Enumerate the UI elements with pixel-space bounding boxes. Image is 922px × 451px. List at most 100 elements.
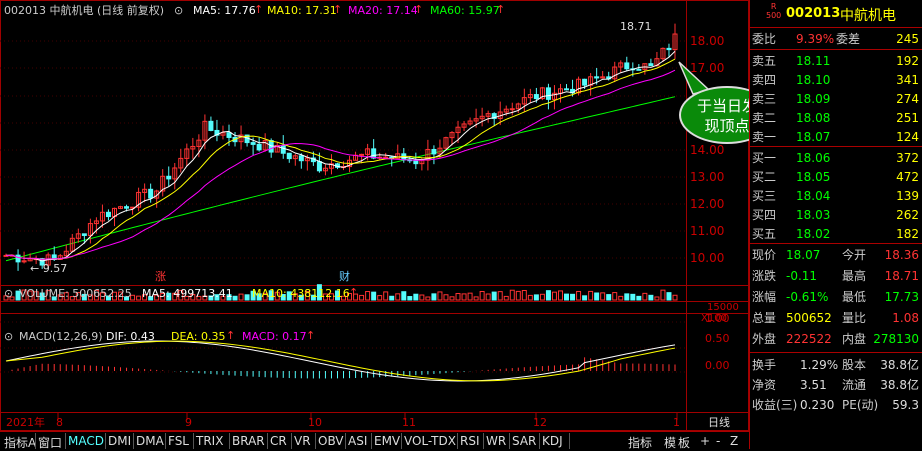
candle-body bbox=[545, 87, 551, 100]
macd-axis-0: 0.00 bbox=[705, 359, 730, 372]
candle-body bbox=[250, 142, 256, 145]
tab-brar[interactable]: BRAR bbox=[232, 434, 265, 448]
tab-dma[interactable]: DMA bbox=[136, 434, 164, 448]
ma60-up-arrow-icon: ↑ bbox=[496, 3, 506, 16]
tab-trix[interactable]: TRIX bbox=[196, 434, 223, 448]
candle-body bbox=[256, 143, 262, 151]
ma5-label: MA5: 17.76 bbox=[193, 4, 256, 17]
stat-value: 222522 bbox=[786, 332, 832, 346]
candle-body bbox=[648, 63, 654, 67]
candle-body bbox=[105, 211, 111, 218]
quote-code: 002013 bbox=[786, 6, 841, 21]
stock-chart-window: 002013 中航机电 (日线 前复权) ⊙ MA5: 17.76 ↑ MA10… bbox=[0, 0, 922, 450]
candle-body bbox=[81, 233, 87, 236]
ma20-up-arrow-icon: ↑ bbox=[414, 3, 424, 16]
candle-body bbox=[316, 161, 322, 172]
macd-settings-icon[interactable]: ⊙ bbox=[4, 330, 13, 344]
indicator-tab-bar: 指标A 窗口 MACD DMI DMA FSL TRIX BRAR CR VR OBV ASI EMV V… bbox=[0, 431, 749, 450]
volume-bar bbox=[521, 289, 527, 301]
volume-bar bbox=[545, 290, 551, 301]
volume-bar bbox=[606, 294, 612, 301]
period-selector[interactable]: 日线 bbox=[708, 416, 730, 430]
volume-bar bbox=[642, 292, 648, 301]
tab-macd[interactable]: MACD bbox=[68, 434, 104, 448]
ask-label: 卖二 bbox=[752, 111, 777, 125]
volume-bar bbox=[503, 295, 509, 301]
fin-row: 净资 3.51 流通 38.8亿 bbox=[750, 375, 922, 395]
tab-wr[interactable]: WR bbox=[486, 434, 506, 448]
fin-label: 收益(三) bbox=[752, 398, 798, 412]
tab-divider bbox=[457, 433, 458, 449]
tab-right-4[interactable]: - bbox=[716, 434, 720, 448]
tab-divider bbox=[345, 433, 346, 449]
tab-divider bbox=[229, 433, 230, 449]
tab-fsl[interactable]: FSL bbox=[168, 434, 189, 448]
ask-price: 18.11 bbox=[796, 54, 831, 68]
stat-label: 涨幅 bbox=[752, 290, 777, 304]
volume-bar bbox=[455, 293, 461, 301]
tab-right-5[interactable]: Z bbox=[730, 434, 738, 448]
macd-dif: DIF: 0.43 bbox=[106, 330, 155, 343]
candle-body bbox=[533, 94, 539, 100]
stat-row: 外盘 222522 内盘 278130 bbox=[750, 329, 922, 349]
weicha-label: 委差 bbox=[836, 32, 861, 46]
chart-title: 002013 中航机电 (日线 前复权) bbox=[4, 4, 165, 17]
tab-sar[interactable]: SAR bbox=[512, 434, 536, 448]
price-axis-label: 18.00 bbox=[690, 34, 725, 48]
tab-asi[interactable]: ASI bbox=[348, 434, 367, 448]
tab-vr[interactable]: VR bbox=[294, 434, 311, 448]
kline-chart[interactable] bbox=[0, 0, 749, 431]
tab-right-0[interactable]: 指标 bbox=[628, 434, 652, 451]
tab-窗口[interactable]: 窗口 bbox=[38, 434, 62, 451]
price-axis-label: 12.00 bbox=[690, 197, 725, 211]
volume-bar bbox=[238, 293, 244, 301]
tab-kdj[interactable]: KDJ bbox=[542, 434, 563, 448]
volume-settings-icon[interactable]: ⊙ bbox=[4, 287, 13, 301]
tab-vol-tdx[interactable]: VOL-TDX bbox=[404, 434, 456, 448]
volume-bar bbox=[618, 295, 624, 301]
stat-label: 今开 bbox=[842, 248, 867, 262]
high-price-label: 18.71 bbox=[620, 20, 652, 33]
tab-指标a[interactable]: 指标A bbox=[4, 434, 36, 451]
mark-cai[interactable]: 财 bbox=[339, 270, 350, 284]
ask-volume: 192 bbox=[896, 54, 919, 68]
candle-body bbox=[286, 152, 292, 160]
tab-dmi[interactable]: DMI bbox=[108, 434, 131, 448]
mark-zhang[interactable]: 涨 bbox=[155, 270, 166, 284]
volume-title: VOLUME: 500652.25 bbox=[19, 287, 132, 300]
stat-value: 18.07 bbox=[786, 248, 821, 262]
tab-rsi[interactable]: RSI bbox=[460, 434, 480, 448]
tab-right-3[interactable]: + bbox=[700, 434, 710, 448]
tab-right-2[interactable]: 板 bbox=[678, 434, 690, 451]
tab-cr[interactable]: CR bbox=[270, 434, 287, 448]
tab-divider bbox=[133, 433, 134, 449]
bid-volume: 139 bbox=[896, 189, 919, 203]
bid-row: 买三 18.04 139 bbox=[750, 186, 922, 206]
stat-label: 量比 bbox=[842, 311, 867, 325]
tab-divider bbox=[401, 433, 402, 449]
volume-bar bbox=[539, 293, 545, 301]
volume-bar bbox=[630, 293, 636, 301]
quote-panel: R 500 002013 中航机电 委比 9.39% 委差 245 卖五 18.1… bbox=[749, 0, 922, 449]
tab-emv[interactable]: EMV bbox=[374, 434, 400, 448]
volume-bar bbox=[654, 296, 660, 301]
stat-value: 500652 bbox=[786, 311, 832, 325]
ask-price: 18.09 bbox=[796, 92, 831, 106]
price-axis-label: 13.00 bbox=[690, 170, 725, 184]
volume-bar bbox=[473, 296, 479, 301]
tab-obv[interactable]: OBV bbox=[318, 434, 344, 448]
fin-label: 换手 bbox=[752, 358, 777, 372]
fin-value: 59.3 bbox=[892, 398, 919, 412]
volume-bar bbox=[467, 292, 473, 301]
tab-right-1[interactable]: 模 bbox=[664, 434, 676, 451]
volume-bar bbox=[582, 295, 588, 301]
stat-label: 总量 bbox=[752, 311, 777, 325]
volume-bar bbox=[666, 292, 672, 301]
ma60-label: MA60: 15.97 bbox=[430, 4, 500, 17]
volume-bar bbox=[515, 290, 521, 301]
tab-divider bbox=[105, 433, 106, 449]
fin-label: 流通 bbox=[842, 378, 867, 392]
candle-body bbox=[624, 62, 630, 70]
settings-icon[interactable]: ⊙ bbox=[174, 4, 183, 18]
bid-row: 买二 18.05 472 bbox=[750, 167, 922, 187]
